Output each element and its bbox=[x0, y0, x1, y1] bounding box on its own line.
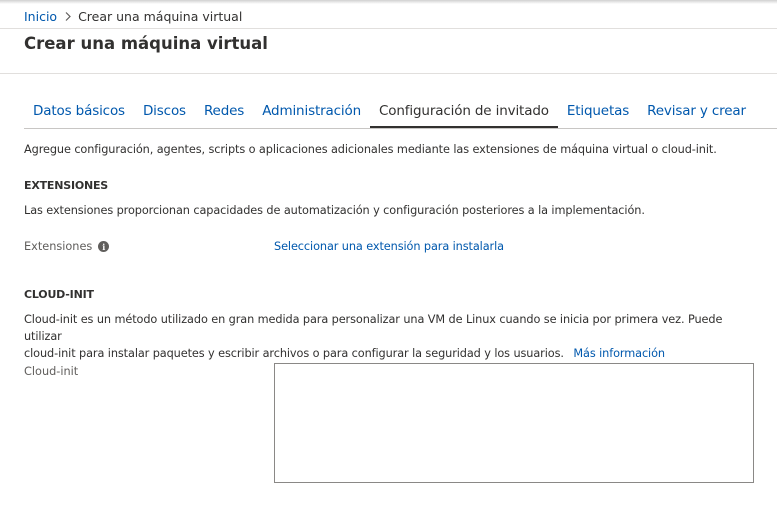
tab-configuracion-invitado[interactable]: Configuración de invitado bbox=[370, 98, 558, 128]
cloud-init-textarea[interactable] bbox=[274, 363, 754, 483]
tab-redes[interactable]: Redes bbox=[195, 98, 253, 128]
cloud-init-heading: CLOUD-INIT bbox=[24, 288, 94, 301]
breadcrumb-current: Crear una máquina virtual bbox=[78, 8, 243, 24]
cloud-init-description-line1: Cloud-init es un método utilizado en gra… bbox=[24, 313, 723, 343]
cloud-init-description-line2-row: cloud-init para instalar paquetes y escr… bbox=[24, 345, 744, 362]
chevron-right-icon bbox=[65, 11, 71, 21]
cloud-init-field-label: Cloud-init bbox=[24, 365, 79, 378]
select-extension-link[interactable]: Seleccionar una extensión para instalarl… bbox=[274, 240, 504, 253]
breadcrumb: Inicio Crear una máquina virtual bbox=[24, 7, 242, 25]
top-shadow bbox=[0, 0, 777, 4]
tab-bar-divider bbox=[24, 128, 777, 129]
tab-etiquetas[interactable]: Etiquetas bbox=[558, 98, 638, 128]
extensions-description: Las extensiones proporcionan capacidades… bbox=[24, 204, 645, 217]
cloud-init-description-line2: cloud-init para instalar paquetes y escr… bbox=[24, 347, 564, 360]
header-divider bbox=[0, 28, 777, 29]
tab-revisar-crear[interactable]: Revisar y crear bbox=[638, 98, 755, 128]
intro-text: Agregue configuración, agentes, scripts … bbox=[24, 143, 717, 156]
extensions-heading: EXTENSIONES bbox=[24, 179, 109, 192]
extensions-field-label: Extensiones i bbox=[24, 240, 110, 253]
breadcrumb-home-link[interactable]: Inicio bbox=[24, 9, 57, 24]
tab-discos[interactable]: Discos bbox=[134, 98, 195, 128]
info-icon[interactable]: i bbox=[98, 241, 110, 252]
tab-bar: Datos básicos Discos Redes Administració… bbox=[24, 98, 755, 128]
page-title: Crear una máquina virtual bbox=[24, 34, 268, 53]
extensions-label-text: Extensiones bbox=[24, 240, 93, 253]
title-divider bbox=[0, 73, 777, 74]
tab-datos-basicos[interactable]: Datos básicos bbox=[24, 98, 134, 128]
cloud-init-description: Cloud-init es un método utilizado en gra… bbox=[24, 311, 744, 362]
more-info-link[interactable]: Más información bbox=[573, 347, 665, 360]
tab-administracion[interactable]: Administración bbox=[253, 98, 370, 128]
